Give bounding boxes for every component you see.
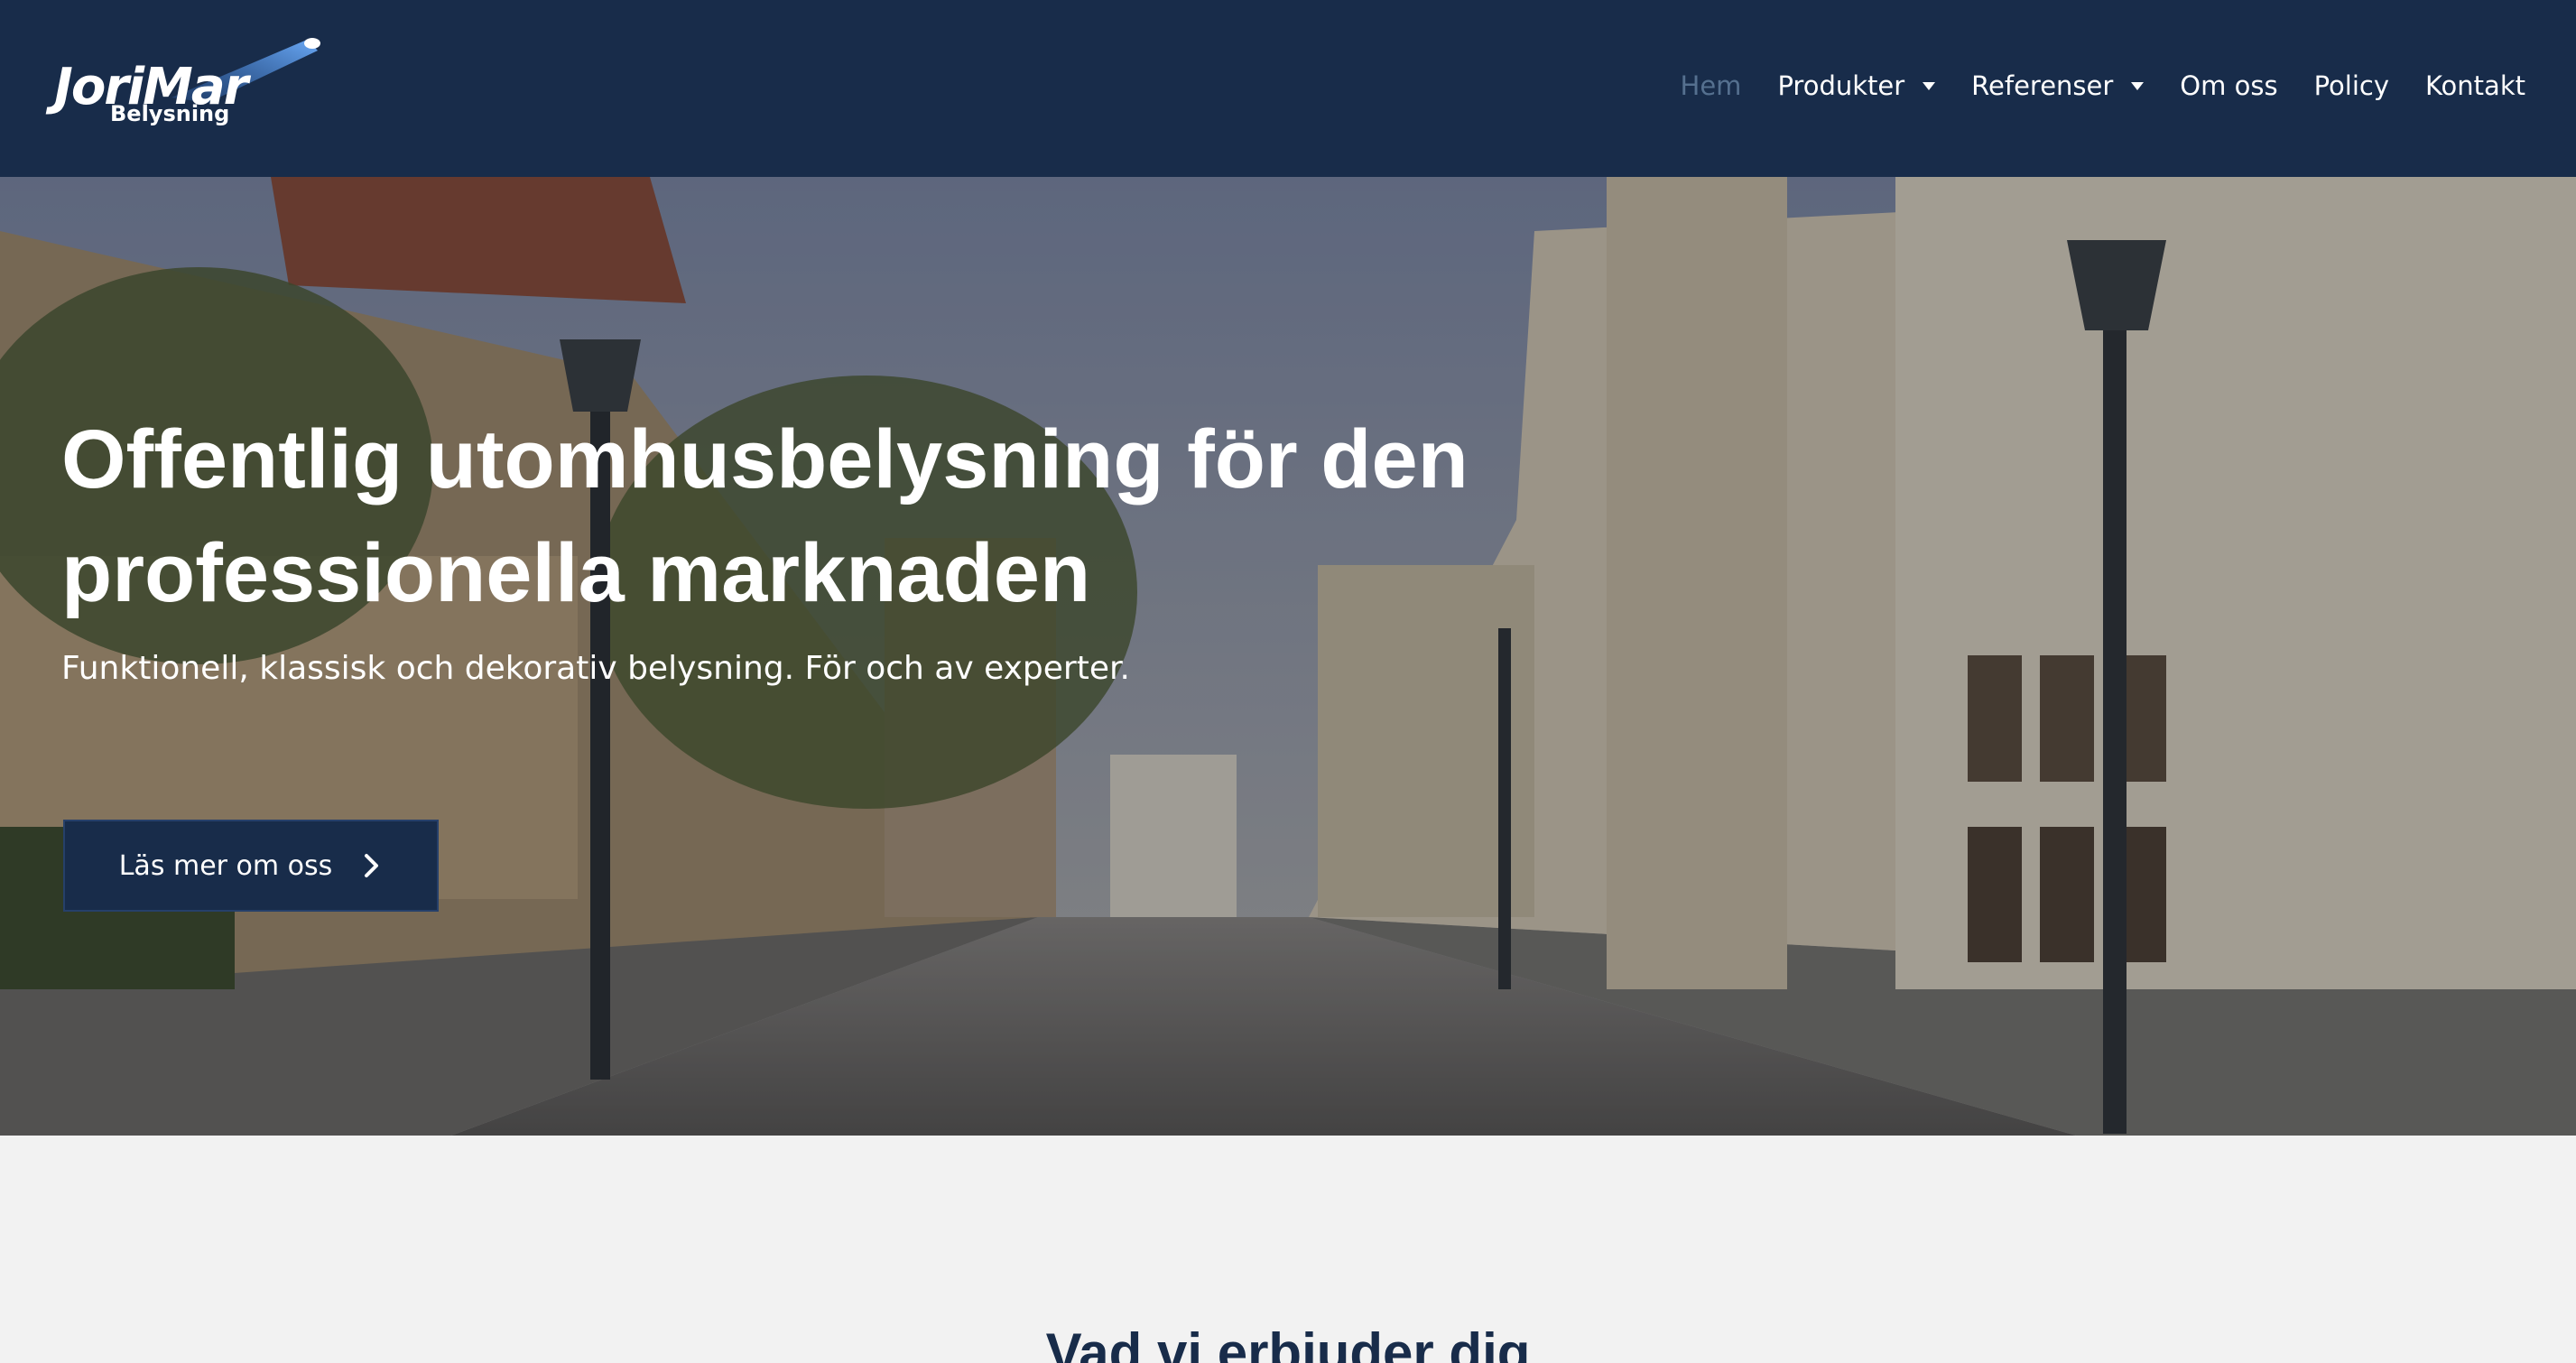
nav-item-policy[interactable]: Policy: [2314, 70, 2389, 101]
hero-subtitle: Funktionell, klassisk och dekorativ bely…: [61, 650, 1130, 687]
main-navigation: Hem Produkter Referenser Om oss Policy K…: [1645, 0, 2525, 172]
nav-item-label: Kontakt: [2424, 70, 2525, 101]
hero-title: Offentlig utomhusbelysning för den profe…: [61, 413, 1469, 619]
brand-logo[interactable]: JoriMar Belysning: [54, 32, 325, 132]
offer-section: Vad vi erbjuder dig: [0, 1136, 2576, 1363]
caret-down-icon: [2131, 81, 2145, 90]
chevron-right-icon: [365, 854, 379, 877]
nav-item-label: Referenser: [1971, 70, 2114, 101]
section-title: Vad vi erbjuder dig: [1045, 1322, 1531, 1363]
nav-item-produkter[interactable]: Produkter: [1777, 70, 1936, 101]
nav-item-om-oss[interactable]: Om oss: [2180, 70, 2277, 101]
caret-down-icon: [1923, 81, 1936, 90]
button-label: Läs mer om oss: [118, 849, 333, 882]
read-more-about-us-button[interactable]: Läs mer om oss: [63, 820, 439, 912]
nav-item-label: Om oss: [2180, 70, 2278, 101]
hero-banner: Offentlig utomhusbelysning för den profe…: [0, 177, 2576, 1136]
nav-item-referenser[interactable]: Referenser: [1971, 70, 2145, 101]
nav-item-kontakt[interactable]: Kontakt: [2425, 70, 2525, 101]
site-header: JoriMar Belysning Hem Produkter Referens…: [0, 0, 2576, 177]
nav-item-hem[interactable]: Hem: [1681, 70, 1742, 101]
nav-item-label: Policy: [2313, 70, 2389, 101]
brand-tagline: Belysning: [110, 101, 230, 126]
nav-item-label: Produkter: [1777, 70, 1905, 101]
nav-item-label: Hem: [1680, 70, 1742, 101]
